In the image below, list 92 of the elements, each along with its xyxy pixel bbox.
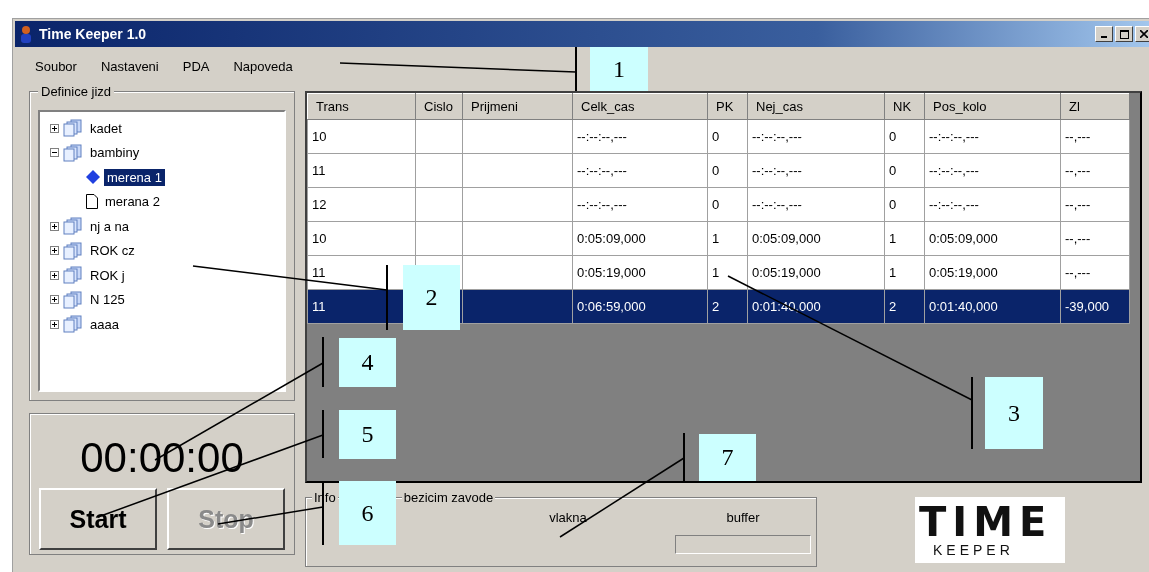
- table-cell: --:--:--,---: [747, 119, 885, 154]
- column-header[interactable]: NK: [884, 93, 925, 120]
- table-cell: 0:05:19,000: [572, 255, 708, 290]
- table-cell: 0:01:40,000: [924, 289, 1061, 324]
- folders-icon: [63, 217, 83, 236]
- table-cell: 0:01:40,000: [747, 289, 885, 324]
- tree-item[interactable]: merena 1: [104, 168, 165, 186]
- table-cell: 0:05:09,000: [747, 221, 885, 256]
- window-title: Time Keeper 1.0: [39, 26, 148, 42]
- table-cell: 10: [307, 221, 416, 256]
- tree-item[interactable]: ROK j: [87, 266, 128, 284]
- threads-label: vlakna: [549, 510, 587, 525]
- column-header[interactable]: Prijmeni: [462, 93, 573, 120]
- buffer-label: buffer: [726, 510, 760, 525]
- table-cell: --:--:--,---: [924, 119, 1061, 154]
- folders-icon: [63, 315, 83, 334]
- column-header[interactable]: Cislo: [415, 93, 463, 120]
- folders-icon: [63, 290, 83, 309]
- close-icon: [1140, 30, 1148, 38]
- menu-item[interactable]: Soubor: [35, 59, 77, 77]
- menu-item[interactable]: Napoveda: [233, 59, 293, 77]
- table-cell: 11: [307, 153, 416, 188]
- table-cell: 0:06:59,000: [572, 289, 708, 324]
- table-cell: 10: [307, 119, 416, 154]
- group-title: Definice jizd: [38, 84, 115, 99]
- group-title: bezicim zavode: [401, 490, 496, 505]
- table-cell: 0:05:09,000: [572, 221, 708, 256]
- column-header[interactable]: Pos_kolo: [924, 93, 1061, 120]
- column-header[interactable]: PK: [707, 93, 748, 120]
- callout-number: 2: [403, 265, 460, 330]
- expand-icon[interactable]: [50, 221, 59, 231]
- logo-title: TIME: [919, 502, 1054, 542]
- person-icon: [19, 25, 33, 43]
- table-cell: --:--:--,---: [572, 187, 708, 222]
- table-cell: --,---: [1060, 221, 1130, 256]
- expand-icon[interactable]: [50, 319, 59, 329]
- table-cell: --,---: [1060, 187, 1130, 222]
- expand-icon[interactable]: [50, 270, 59, 280]
- tree-item[interactable]: nj a na: [87, 217, 133, 235]
- tree-item[interactable]: N 125: [87, 291, 128, 309]
- tree-item[interactable]: merana 2: [102, 193, 163, 211]
- callout-number: 3: [985, 377, 1043, 449]
- callout-number: 6: [339, 481, 396, 545]
- menu-item[interactable]: Nastaveni: [100, 59, 159, 77]
- column-header[interactable]: Trans: [307, 93, 416, 120]
- expand-icon[interactable]: [50, 246, 59, 256]
- column-header[interactable]: Nej_cas: [747, 93, 885, 120]
- menu-item[interactable]: PDA: [182, 59, 210, 77]
- timer-display: 00:00:00: [80, 434, 244, 482]
- table-cell: 0:05:19,000: [747, 255, 885, 290]
- tree-item[interactable]: kadet: [87, 119, 125, 137]
- table-cell: --,---: [1060, 255, 1130, 290]
- table-cell: --,---: [1060, 153, 1130, 188]
- table-cell: --:--:--,---: [572, 119, 708, 154]
- column-header[interactable]: Zl: [1060, 93, 1130, 120]
- expand-icon[interactable]: [50, 295, 59, 305]
- callout-number: 5: [339, 410, 396, 459]
- logo-subtitle: KEEPER: [933, 542, 1015, 558]
- table-cell: --:--:--,---: [747, 153, 885, 188]
- collapse-icon[interactable]: [50, 148, 59, 158]
- table-cell: --:--:--,---: [924, 187, 1061, 222]
- folders-icon: [63, 266, 83, 285]
- expand-icon[interactable]: [50, 123, 59, 133]
- table-cell: 0:05:09,000: [924, 221, 1061, 256]
- maximize-button[interactable]: [1115, 26, 1133, 42]
- table-cell: [415, 153, 463, 188]
- callout-number: 7: [699, 434, 756, 481]
- callout-number: 4: [339, 338, 396, 387]
- callout-number: 1: [590, 47, 648, 91]
- maximize-icon: [1119, 29, 1129, 39]
- table-cell: --:--:--,---: [924, 153, 1061, 188]
- diamond-icon: [86, 170, 100, 185]
- tree-item[interactable]: aaaa: [87, 315, 122, 333]
- table-cell: 12: [307, 187, 416, 222]
- tree-item[interactable]: bambiny: [87, 144, 143, 162]
- tree-item[interactable]: ROK cz: [87, 242, 138, 260]
- folders-icon: [63, 241, 83, 260]
- close-button[interactable]: [1135, 26, 1149, 42]
- table-cell: [415, 187, 463, 222]
- column-header[interactable]: Celk_cas: [572, 93, 708, 120]
- start-button[interactable]: Start: [39, 488, 157, 550]
- folders-icon: [63, 119, 83, 138]
- minimize-button[interactable]: [1095, 26, 1113, 42]
- table-cell: -39,000: [1060, 289, 1130, 324]
- table-cell: [415, 221, 463, 256]
- table-cell: --:--:--,---: [747, 187, 885, 222]
- page-icon: [86, 194, 98, 210]
- folders-icon: [63, 143, 83, 162]
- table-cell: --,---: [1060, 119, 1130, 154]
- table-cell: 0:05:19,000: [924, 255, 1061, 290]
- table-cell: [415, 119, 463, 154]
- table-cell: --:--:--,---: [572, 153, 708, 188]
